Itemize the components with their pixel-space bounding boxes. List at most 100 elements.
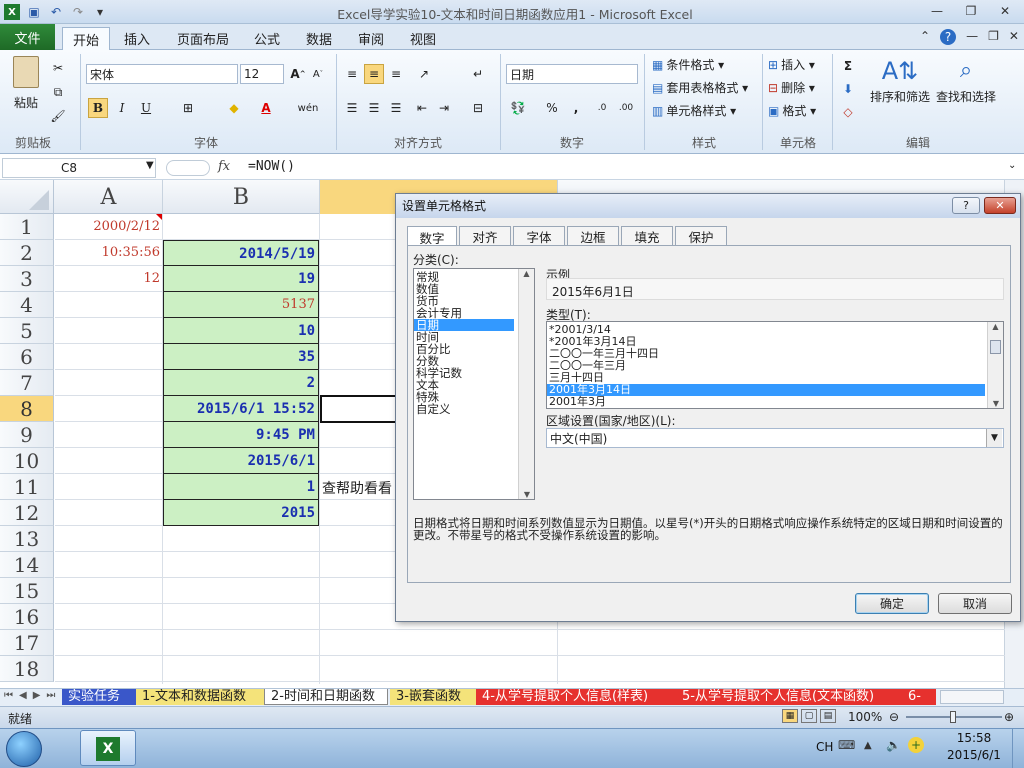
- conditional-format-button[interactable]: ▦ 条件格式 ▾: [652, 56, 724, 73]
- clock-date[interactable]: 2015/6/1: [940, 748, 1008, 762]
- ok-button[interactable]: 确定: [855, 593, 929, 614]
- row-header-6[interactable]: 6: [0, 344, 54, 370]
- row-header-16[interactable]: 16: [0, 604, 54, 630]
- category-scrollbar[interactable]: ▲ ▼: [518, 269, 534, 499]
- fx-icon[interactable]: fx: [218, 159, 230, 174]
- select-all-corner[interactable]: [0, 180, 54, 214]
- dialog-tab-fill[interactable]: 填充: [621, 226, 673, 246]
- dialog-help-button[interactable]: ?: [952, 197, 980, 214]
- type-item[interactable]: 二〇〇一年三月: [547, 360, 985, 372]
- column-header-a[interactable]: A: [55, 180, 163, 214]
- insert-cells-button[interactable]: ⊞ 插入 ▾: [768, 56, 815, 73]
- file-tab[interactable]: 文件: [0, 24, 55, 50]
- comma-button[interactable]: ,: [566, 98, 586, 118]
- column-header-b[interactable]: B: [163, 180, 320, 214]
- locale-select[interactable]: 中文(中国): [546, 428, 1004, 448]
- percent-button[interactable]: %: [542, 98, 562, 118]
- redo-icon[interactable]: ↷: [70, 4, 86, 20]
- scroll-up-icon[interactable]: ▲: [988, 322, 1003, 331]
- tab-insert[interactable]: 插入: [114, 27, 160, 50]
- cell-b10[interactable]: 2015/6/1: [163, 448, 319, 474]
- cell-b4[interactable]: 5137: [163, 292, 319, 318]
- formula-input[interactable]: =NOW(): [248, 159, 295, 174]
- expand-formula-icon[interactable]: ⌄: [1008, 160, 1016, 171]
- undo-icon[interactable]: ↶: [48, 4, 64, 20]
- scroll-down-icon[interactable]: ▼: [519, 490, 535, 499]
- align-left-icon[interactable]: ☰: [342, 98, 362, 118]
- horizontal-scrollbar[interactable]: [940, 690, 1004, 704]
- cell-b11[interactable]: 1: [163, 474, 319, 500]
- currency-icon[interactable]: 💱: [508, 98, 528, 118]
- align-top-icon[interactable]: ≡: [342, 64, 362, 84]
- row-header-8[interactable]: 8: [0, 396, 54, 422]
- bold-button[interactable]: B: [88, 98, 108, 118]
- speaker-icon[interactable]: 🔈: [886, 738, 901, 752]
- formula-bar-grip[interactable]: [166, 160, 210, 176]
- sheet-tab-2-active[interactable]: 2-时间和日期函数: [264, 689, 388, 705]
- cell-c11-text[interactable]: 查帮助看看: [322, 478, 392, 498]
- row-header-17[interactable]: 17: [0, 630, 54, 656]
- show-hidden-icons[interactable]: ▲: [864, 740, 872, 751]
- row-header-9[interactable]: 9: [0, 422, 54, 448]
- input-language[interactable]: CH: [816, 740, 833, 754]
- tab-formulas[interactable]: 公式: [244, 27, 290, 50]
- restore-icon[interactable]: ❐: [958, 2, 984, 20]
- dialog-close-icon[interactable]: ✕: [984, 197, 1016, 214]
- copy-icon[interactable]: ⧉: [48, 82, 68, 102]
- decrease-decimal-icon[interactable]: .00: [616, 98, 636, 118]
- normal-view-icon[interactable]: ▦: [782, 709, 798, 723]
- keyboard-icon[interactable]: ⌨: [838, 738, 855, 752]
- find-select-button[interactable]: ⌕ 查找和选择: [934, 54, 998, 105]
- page-layout-view-icon[interactable]: ▢: [801, 709, 817, 723]
- dialog-tab-number[interactable]: 数字: [407, 226, 457, 247]
- sheet-tab-5[interactable]: 5-从学号提取个人信息(文本函数): [676, 689, 902, 705]
- increase-decimal-icon[interactable]: .0: [592, 98, 612, 118]
- zoom-out-icon[interactable]: ⊖: [889, 710, 899, 724]
- zoom-slider-thumb[interactable]: [950, 711, 956, 723]
- tab-data[interactable]: 数据: [296, 27, 342, 50]
- zoom-in-icon[interactable]: ⊕: [1004, 710, 1014, 724]
- category-item[interactable]: 自定义: [414, 403, 514, 415]
- cell-b7[interactable]: 2: [163, 370, 319, 396]
- dialog-tab-border[interactable]: 边框: [567, 226, 619, 246]
- taskbar-excel-button[interactable]: X: [80, 730, 136, 766]
- cell-b12[interactable]: 2015: [163, 500, 319, 526]
- number-format-combo[interactable]: 日期: [506, 64, 638, 84]
- clock-time[interactable]: 15:58: [944, 731, 1004, 745]
- orientation-icon[interactable]: ↗: [414, 64, 434, 84]
- row-header-18[interactable]: 18: [0, 656, 54, 682]
- clear-icon[interactable]: ◇: [838, 102, 858, 122]
- align-middle-icon[interactable]: ≡: [364, 64, 384, 84]
- doc-restore-icon[interactable]: ❐: [988, 29, 999, 45]
- font-color-icon[interactable]: A: [256, 98, 276, 118]
- cut-icon[interactable]: ✂: [48, 58, 68, 78]
- page-break-view-icon[interactable]: ▤: [820, 709, 836, 723]
- row-header-5[interactable]: 5: [0, 318, 54, 344]
- cell-b6[interactable]: 35: [163, 344, 319, 370]
- row-header-11[interactable]: 11: [0, 474, 54, 500]
- scroll-thumb[interactable]: [990, 340, 1001, 354]
- scroll-up-icon[interactable]: ▲: [519, 269, 534, 278]
- type-list[interactable]: *2001/3/14 *2001年3月14日 二〇〇一年三月十四日 二〇〇一年三月 三月…: [546, 321, 1004, 409]
- sheet-tab-3[interactable]: 3-嵌套函数: [390, 689, 476, 705]
- dialog-tab-font[interactable]: 字体: [513, 226, 565, 246]
- show-desktop-button[interactable]: [1012, 729, 1024, 768]
- italic-button[interactable]: I: [112, 98, 132, 118]
- autosum-icon[interactable]: Σ: [838, 56, 858, 76]
- category-list[interactable]: 常规 数值 货币 会计专用 日期 时间 百分比 分数 科学记数 文本 特殊 自定义 ▲ ▼: [413, 268, 535, 500]
- minimize-icon[interactable]: —: [924, 2, 950, 20]
- grow-font-icon[interactable]: A ^: [288, 64, 308, 84]
- start-button-icon[interactable]: [6, 731, 42, 767]
- sheet-tab-6[interactable]: 6-: [902, 689, 936, 705]
- row-header-13[interactable]: 13: [0, 526, 54, 552]
- paste-button[interactable]: 粘贴: [8, 56, 44, 116]
- cell-a1[interactable]: 2000/2/12: [55, 214, 162, 240]
- zoom-level[interactable]: 100%: [848, 710, 882, 724]
- cell-b3[interactable]: 19: [163, 266, 319, 292]
- row-header-12[interactable]: 12: [0, 500, 54, 526]
- type-scrollbar[interactable]: ▲ ▼: [987, 322, 1003, 408]
- tab-review[interactable]: 审阅: [348, 27, 394, 50]
- phonetic-icon[interactable]: wén: [298, 98, 319, 118]
- close-icon[interactable]: ✕: [992, 2, 1018, 20]
- format-as-table-button[interactable]: ▤ 套用表格格式 ▾: [652, 79, 748, 96]
